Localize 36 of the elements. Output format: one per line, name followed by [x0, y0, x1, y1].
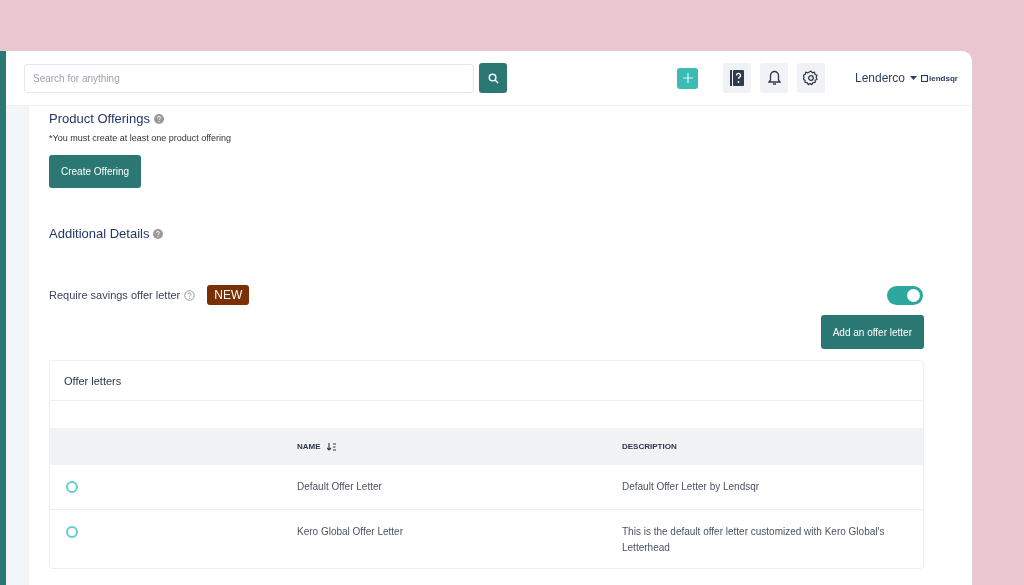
radio-button[interactable]: [66, 526, 78, 538]
create-offering-button[interactable]: Create Offering: [49, 155, 142, 188]
help-icon[interactable]: [153, 228, 164, 239]
table-cell-text: This is the default offer letter customized with Kero Global's Letterhead: [622, 525, 886, 555]
table-cell-text: Kero Global Offer Letter: [297, 525, 404, 539]
settings-icon: [803, 70, 819, 86]
table-cell-text: Default Offer Letter by Lendsqr: [622, 480, 761, 494]
radio-button[interactable]: [66, 481, 78, 493]
search-button[interactable]: [479, 63, 507, 93]
notification-button[interactable]: [760, 63, 788, 93]
help-button[interactable]: [723, 63, 751, 93]
toggle-switch[interactable]: [887, 285, 923, 305]
plus-icon: [682, 73, 693, 83]
caret-icon: [910, 76, 918, 80]
column-header[interactable]: NAME: [297, 442, 321, 451]
new-badge: NEW: [207, 285, 250, 305]
add-offer-letter-button[interactable]: Add an offer letter: [820, 315, 924, 349]
search-field[interactable]: Search for anything: [24, 63, 474, 93]
add-button[interactable]: [677, 67, 698, 89]
settings-button[interactable]: [797, 63, 825, 93]
column-header: DESCRIPTION: [622, 442, 678, 451]
help-icon[interactable]: [184, 289, 196, 301]
bell-icon: [767, 70, 781, 86]
requirement-note: *You must create at least one product offering: [49, 133, 233, 143]
table-cell-text: Default Offer Letter: [297, 480, 383, 494]
logo-icon: [921, 74, 929, 82]
help-icon[interactable]: [153, 113, 164, 124]
setting-label: Require savings offer letter: [49, 289, 181, 301]
help-book-icon: [730, 70, 744, 86]
logo-text: lendsqr: [929, 73, 958, 83]
section-title: Product Offerings: [49, 111, 150, 126]
sort-icon[interactable]: [326, 442, 336, 451]
search-icon: [487, 72, 499, 84]
card-title: Offer letters: [50, 361, 923, 401]
section-title: Additional Details: [49, 226, 150, 241]
account-menu[interactable]: Lenderco: [855, 71, 918, 85]
